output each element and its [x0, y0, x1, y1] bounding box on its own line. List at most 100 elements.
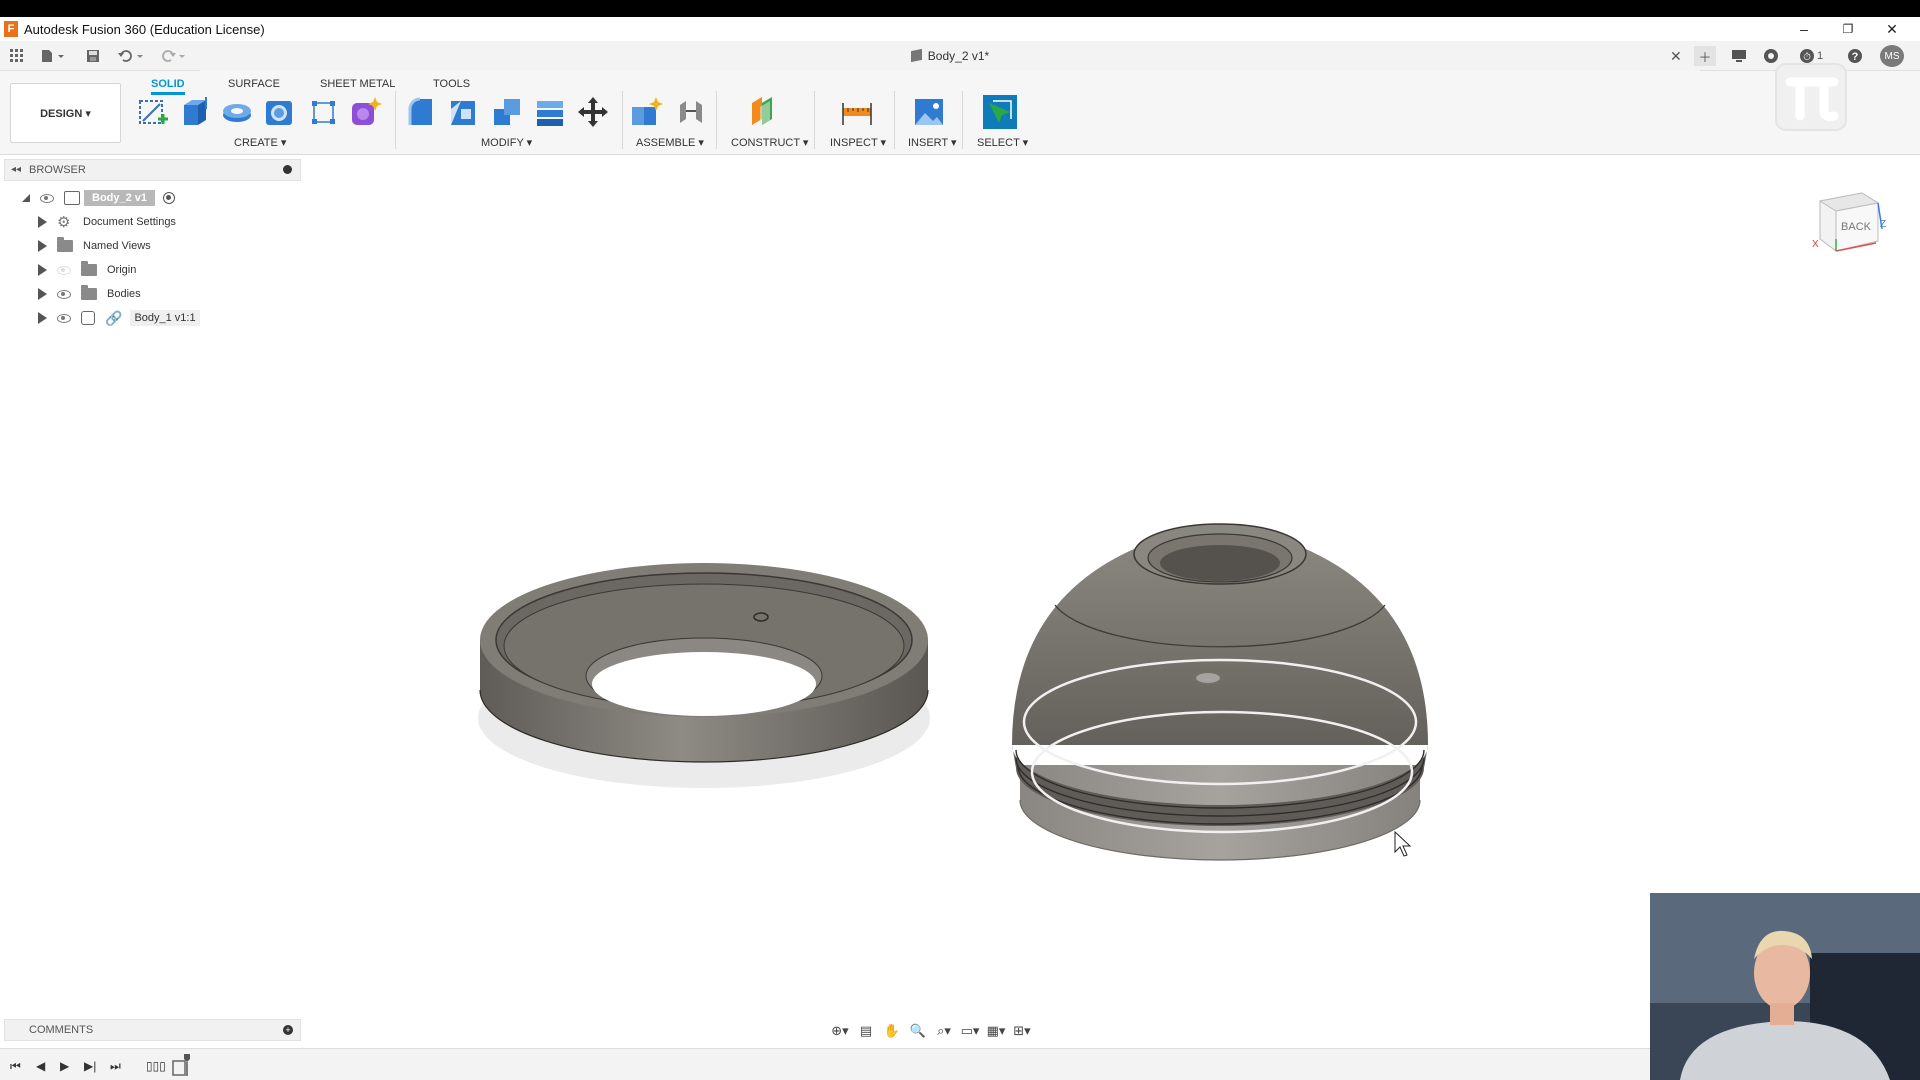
create-sketch-icon[interactable]: [136, 95, 170, 129]
browser-root-label[interactable]: Body_2 v1: [84, 190, 156, 206]
construct-group-label[interactable]: CONSTRUCT ▾: [731, 136, 808, 149]
fit-window-icon[interactable]: ⌕▾: [934, 1022, 954, 1040]
browser-root-item[interactable]: Body_2 v1: [22, 187, 176, 209]
browser-item-label: Body_1 v1:1: [130, 310, 200, 326]
notifications-count: 1: [1816, 50, 1824, 62]
browser-item-named-views[interactable]: Named Views: [38, 235, 151, 257]
window-title-bar: F Autodesk Fusion 360 (Education License…: [0, 17, 1920, 41]
press-pull-icon[interactable]: [404, 95, 438, 129]
expand-icon[interactable]: [38, 312, 47, 324]
create-group-label[interactable]: CREATE ▾: [234, 136, 286, 149]
go-to-end-icon[interactable]: ⏭: [110, 1059, 121, 1074]
combine-icon[interactable]: [533, 95, 567, 129]
save-icon[interactable]: [84, 46, 102, 66]
close-window-button[interactable]: ✕: [1870, 17, 1914, 41]
mouse-cursor-icon: [1394, 830, 1412, 857]
step-back-icon[interactable]: ◀: [36, 1059, 45, 1073]
expand-root-icon[interactable]: [22, 194, 30, 202]
redo-icon[interactable]: [158, 46, 188, 66]
document-tab[interactable]: Body_2 v1* ✕: [200, 43, 1700, 71]
inspect-group-label[interactable]: INSPECT ▾: [830, 136, 886, 149]
select-group-label[interactable]: SELECT ▾: [977, 136, 1028, 149]
look-at-icon[interactable]: ▤: [856, 1022, 876, 1040]
expand-icon[interactable]: [38, 288, 47, 300]
tab-sheet-metal[interactable]: SHEET METAL: [320, 75, 395, 95]
pan-hand-icon[interactable]: ✋: [882, 1022, 902, 1040]
window-title: Autodesk Fusion 360 (Education License): [24, 21, 265, 37]
visibility-eye-icon[interactable]: [57, 265, 71, 275]
move-copy-icon[interactable]: [576, 95, 610, 129]
expand-icon[interactable]: [38, 216, 47, 228]
expand-icon[interactable]: [38, 240, 47, 252]
modify-group-label[interactable]: MODIFY ▾: [481, 136, 532, 149]
tab-surface[interactable]: SURFACE: [228, 75, 280, 95]
collapse-browser-icon[interactable]: ◂◂: [11, 164, 21, 175]
step-forward-icon[interactable]: ▶|: [84, 1059, 96, 1073]
create-form-icon[interactable]: [348, 95, 382, 129]
new-component-icon[interactable]: [630, 95, 664, 129]
visibility-eye-icon[interactable]: [40, 193, 54, 203]
browser-item-bodies[interactable]: Bodies: [38, 283, 141, 305]
offset-plane-icon[interactable]: [748, 95, 782, 129]
job-status-icon[interactable]: [1728, 46, 1750, 66]
display-settings-icon[interactable]: ▭▾: [960, 1022, 980, 1040]
browser-item-origin[interactable]: Origin: [38, 259, 136, 281]
axis-x-label: X: [1812, 239, 1819, 250]
extrude-icon[interactable]: [178, 95, 212, 129]
hole-icon[interactable]: [262, 95, 296, 129]
workspace-switcher-button[interactable]: DESIGN ▾: [10, 83, 121, 143]
zoom-icon[interactable]: 🔍: [908, 1022, 928, 1040]
quick-access-toolbar: Body_2 v1* ✕ ＋ ⏱ 1 ? MS: [0, 41, 1920, 71]
document-cube-icon: [910, 48, 922, 63]
orbit-icon[interactable]: ⊕▾: [830, 1022, 850, 1040]
folder-icon: [81, 285, 97, 300]
browser-pin-icon[interactable]: [283, 165, 292, 174]
joint-icon[interactable]: [674, 95, 708, 129]
navigation-bar: ⊕▾ ▤ ✋ 🔍 ⌕▾ ▭▾ ▦▾ ⊞▾: [830, 1018, 1080, 1044]
play-icon[interactable]: ▶: [60, 1059, 69, 1073]
dome-model[interactable]: [1012, 523, 1428, 861]
browser-item-body-1[interactable]: 🔗 Body_1 v1:1: [38, 307, 200, 329]
select-icon[interactable]: [983, 95, 1017, 129]
new-tab-plus-icon[interactable]: ＋: [1694, 46, 1716, 66]
file-menu-icon[interactable]: [38, 46, 68, 66]
undo-icon[interactable]: [116, 46, 146, 66]
timeline-feature-icon[interactable]: ▯▯▯: [146, 1059, 166, 1073]
go-to-start-icon[interactable]: ⏮: [10, 1059, 21, 1074]
browser-item-label: Origin: [107, 264, 137, 276]
comments-panel-header[interactable]: COMMENTS +: [4, 1019, 301, 1041]
revolve-icon[interactable]: [220, 95, 254, 129]
document-title: Body_2 v1*: [200, 48, 1700, 63]
visibility-eye-icon[interactable]: [57, 313, 71, 323]
activate-radio-icon[interactable]: [163, 192, 176, 204]
visibility-eye-icon[interactable]: [57, 289, 71, 299]
pattern-icon[interactable]: [306, 95, 340, 129]
fillet-icon[interactable]: [447, 95, 481, 129]
shell-icon[interactable]: [490, 95, 524, 129]
insert-image-icon[interactable]: [912, 95, 946, 129]
browser-item-document-settings[interactable]: ⚙ Document Settings: [38, 211, 176, 233]
ring-model[interactable]: [478, 563, 930, 788]
viewports-icon[interactable]: ⊞▾: [1012, 1022, 1032, 1040]
tab-solid[interactable]: SOLID: [151, 75, 185, 95]
screen-top-strip: [0, 0, 1920, 17]
apps-grid-icon[interactable]: [8, 46, 26, 66]
minimize-button[interactable]: –: [1782, 17, 1826, 41]
viewport-canvas[interactable]: [460, 500, 1460, 920]
expand-icon[interactable]: [38, 264, 47, 276]
assemble-group-label[interactable]: ASSEMBLE ▾: [636, 136, 704, 149]
browser-item-label: Named Views: [83, 240, 151, 252]
measure-icon[interactable]: [840, 95, 874, 129]
tab-tools[interactable]: TOOLS: [433, 75, 470, 95]
user-avatar[interactable]: MS: [1880, 45, 1904, 67]
restore-button[interactable]: ❐: [1826, 17, 1870, 41]
component-icon: [81, 311, 95, 325]
viewcube[interactable]: BACK X Z: [1808, 183, 1888, 263]
grid-settings-icon[interactable]: ▦▾: [986, 1022, 1006, 1040]
close-document-tab-button[interactable]: ✕: [1670, 48, 1682, 65]
ribbon-separator: [814, 91, 815, 149]
browser-panel-header[interactable]: ◂◂ BROWSER: [4, 159, 301, 181]
insert-group-label[interactable]: INSERT ▾: [908, 136, 957, 149]
timeline-marker-icon[interactable]: [172, 1053, 192, 1080]
add-comment-icon[interactable]: +: [283, 1025, 293, 1035]
